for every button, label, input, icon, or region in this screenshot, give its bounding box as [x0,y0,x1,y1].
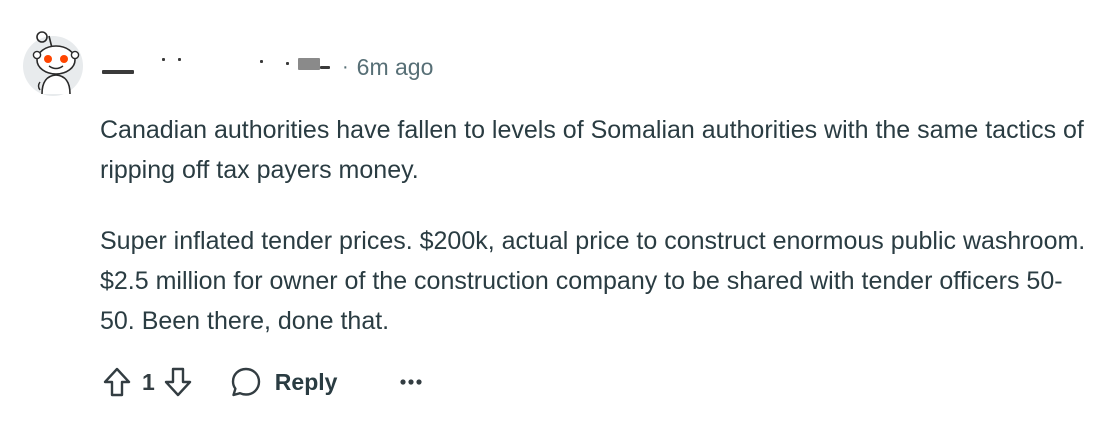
reply-button[interactable]: Reply [229,365,338,399]
ellipsis-icon [400,379,423,385]
redaction-mark [320,66,330,69]
redaction-mark [102,70,134,74]
user-avatar[interactable] [20,30,86,96]
arrow-down-icon [164,367,191,397]
comment: · 6m ago Canadian authorities have falle… [0,0,1114,436]
snoo-avatar-icon [23,31,83,96]
speech-bubble-icon [229,365,263,399]
comment-timestamp[interactable]: 6m ago [357,52,434,82]
reply-label: Reply [274,368,338,395]
comment-actions: 1 Reply [100,362,429,402]
arrow-up-icon [103,367,131,397]
comment-paragraph: Super inflated tender prices. $200k, act… [100,227,1086,335]
vote-count: 1 [142,368,155,395]
more-options-button[interactable] [393,364,429,400]
comment-body: Canadian authorities have fallen to leve… [100,110,1090,372]
redaction-mark [260,60,263,63]
comment-meta: · 6m ago [100,52,433,82]
redaction-mark [286,62,289,65]
meta-separator: · [342,56,349,78]
redaction-mark [298,58,320,70]
downvote-button[interactable] [161,364,195,400]
redaction-mark [178,58,181,61]
redaction-mark [162,58,165,61]
comment-paragraph: Canadian authorities have fallen to leve… [100,116,1084,184]
upvote-button[interactable] [100,364,134,400]
username-redacted[interactable] [100,52,336,82]
